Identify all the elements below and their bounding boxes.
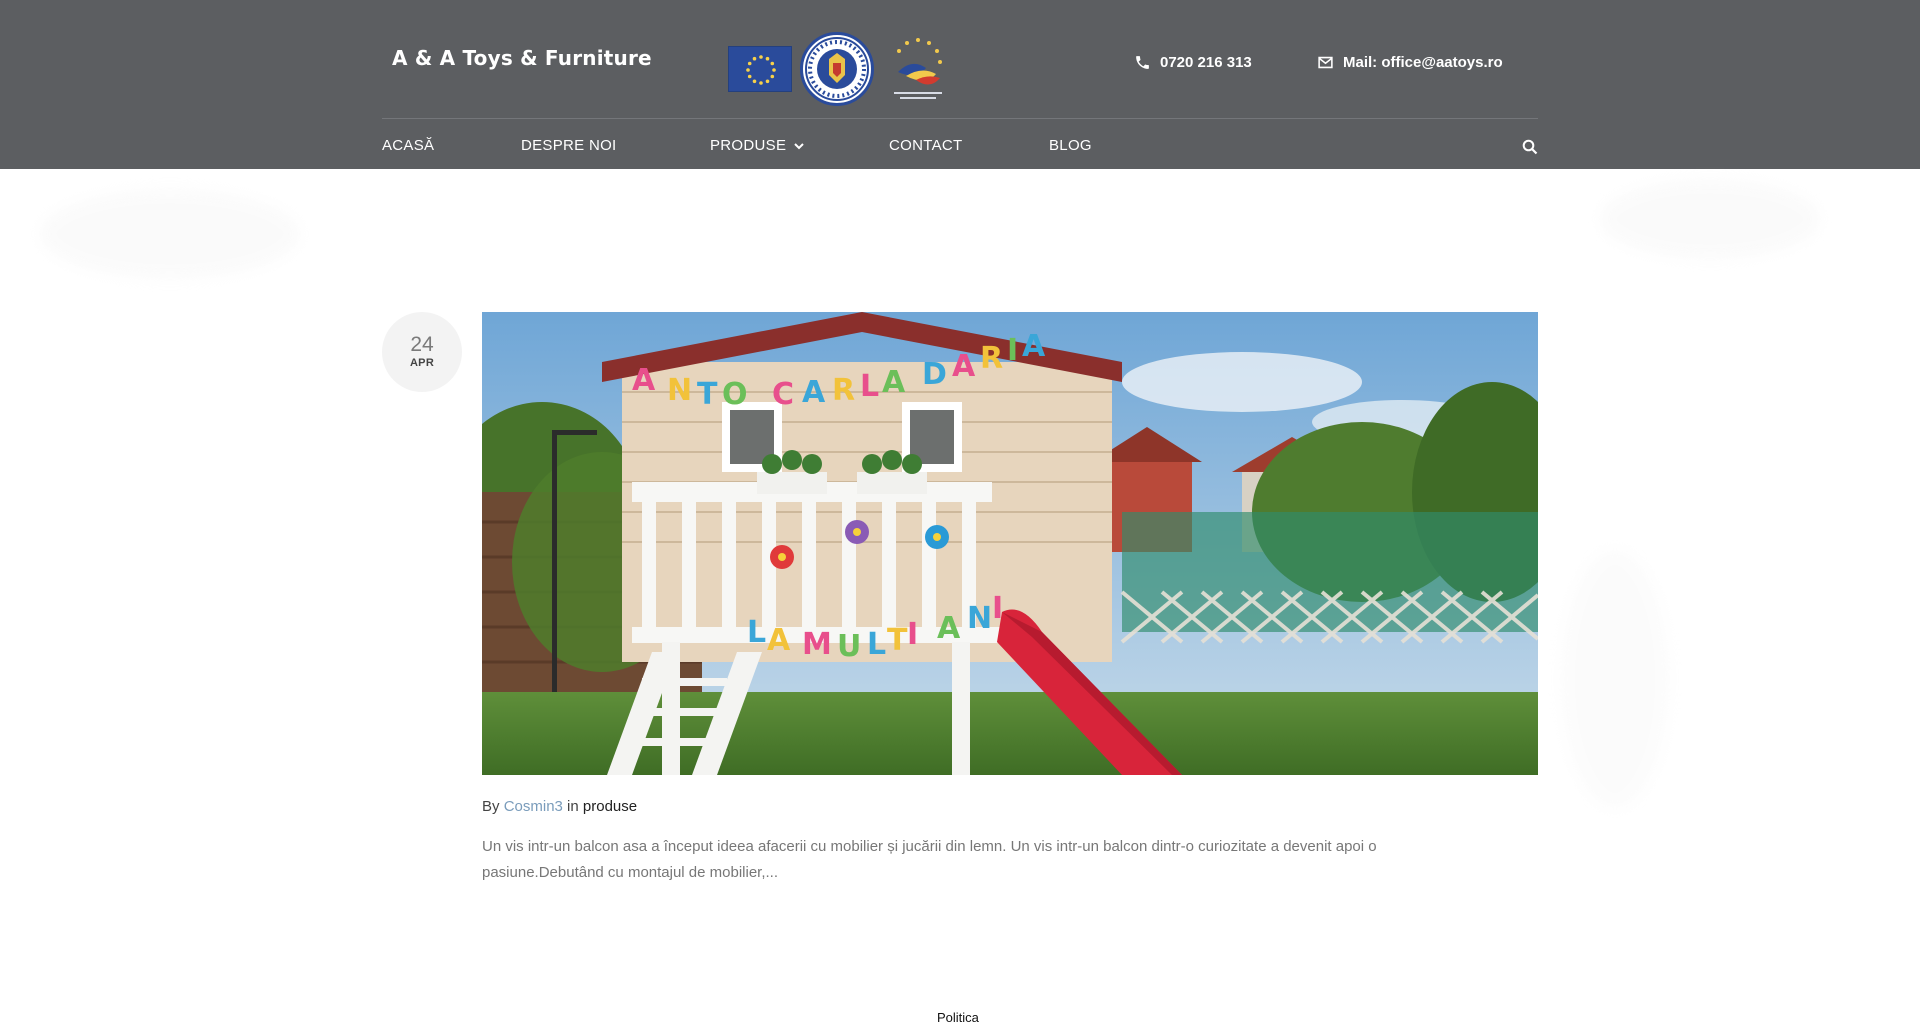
nav-label: PRODUSE [710, 137, 787, 154]
footer-policy-link[interactable]: Politica [937, 1010, 979, 1025]
post-date-day: 24 [410, 333, 434, 356]
post-excerpt: Un vis intr-un balcon asa a început idee… [482, 838, 1377, 881]
site-header: A & A Toys & Furniture 0720 216 313 Mail… [0, 0, 1920, 169]
svg-text:A: A [882, 365, 906, 400]
phone-icon [1134, 54, 1151, 71]
post-author-link[interactable]: Cosmin3 [504, 798, 563, 815]
svg-text:I: I [907, 617, 918, 652]
eu-flag-logo [728, 46, 792, 92]
nav-item-contact[interactable]: CONTACT [889, 137, 962, 154]
post-meta: By Cosmin3 in produse [482, 798, 637, 815]
svg-text:A: A [952, 349, 976, 384]
post-meta-in: in [567, 798, 579, 815]
svg-text:T: T [697, 377, 718, 412]
svg-text:U: U [837, 629, 861, 664]
mail-address: Mail: office@aatoys.ro [1343, 54, 1503, 71]
svg-text:I: I [1007, 333, 1018, 368]
svg-text:L: L [867, 627, 886, 662]
nav-label: DESPRE NOI [521, 137, 617, 154]
svg-text:A: A [937, 611, 961, 646]
header-phone[interactable]: 0720 216 313 [1134, 54, 1252, 71]
nav-label: ACASĂ [382, 137, 435, 154]
search-icon[interactable] [1522, 139, 1538, 155]
chevron-down-icon [794, 137, 804, 154]
svg-text:R: R [980, 341, 1003, 376]
svg-text:L: L [860, 369, 879, 404]
nav-label: BLOG [1049, 137, 1092, 154]
svg-text:R: R [832, 373, 855, 408]
svg-text:A: A [1022, 329, 1046, 364]
post-date-month: APR [409, 357, 435, 369]
svg-text:N: N [667, 373, 692, 408]
nav-item-blog[interactable]: BLOG [1049, 137, 1092, 154]
svg-text:O: O [722, 377, 748, 412]
post-category-link[interactable]: produse [583, 798, 637, 815]
mail-icon [1317, 54, 1334, 71]
fonduri-europene-logo [882, 32, 954, 106]
svg-text:N: N [967, 601, 992, 636]
nav-item-produse[interactable]: PRODUSE [710, 137, 804, 154]
post-featured-image[interactable]: AN TO CA RL AD AR IA LA MU LT IA NI [482, 312, 1538, 775]
brand-logo[interactable]: A & A Toys & Furniture [392, 46, 652, 70]
svg-text:T: T [887, 623, 908, 658]
svg-text:A: A [802, 375, 826, 410]
header-container: A & A Toys & Furniture 0720 216 313 Mail… [382, 0, 1538, 169]
nav-label: CONTACT [889, 137, 963, 154]
nav-item-acasa[interactable]: ACASĂ [382, 137, 434, 154]
post-date-badge: 24 APR [382, 312, 462, 392]
svg-text:A: A [767, 623, 791, 658]
svg-text:C: C [772, 377, 794, 412]
phone-number: 0720 216 313 [1160, 54, 1252, 71]
funding-logos [728, 30, 954, 108]
guvernul-romaniei-logo [800, 32, 874, 106]
svg-text:D: D [922, 357, 947, 392]
post-meta-by: By [482, 798, 500, 815]
svg-text:A: A [632, 363, 656, 398]
svg-text:L: L [747, 615, 766, 650]
nav-item-despre-noi[interactable]: DESPRE NOI [521, 137, 617, 154]
header-mail[interactable]: Mail: office@aatoys.ro [1317, 54, 1503, 71]
main-nav: ACASĂ DESPRE NOI PRODUSE CONTACT BLOG [382, 119, 1538, 169]
svg-text:M: M [802, 627, 832, 662]
